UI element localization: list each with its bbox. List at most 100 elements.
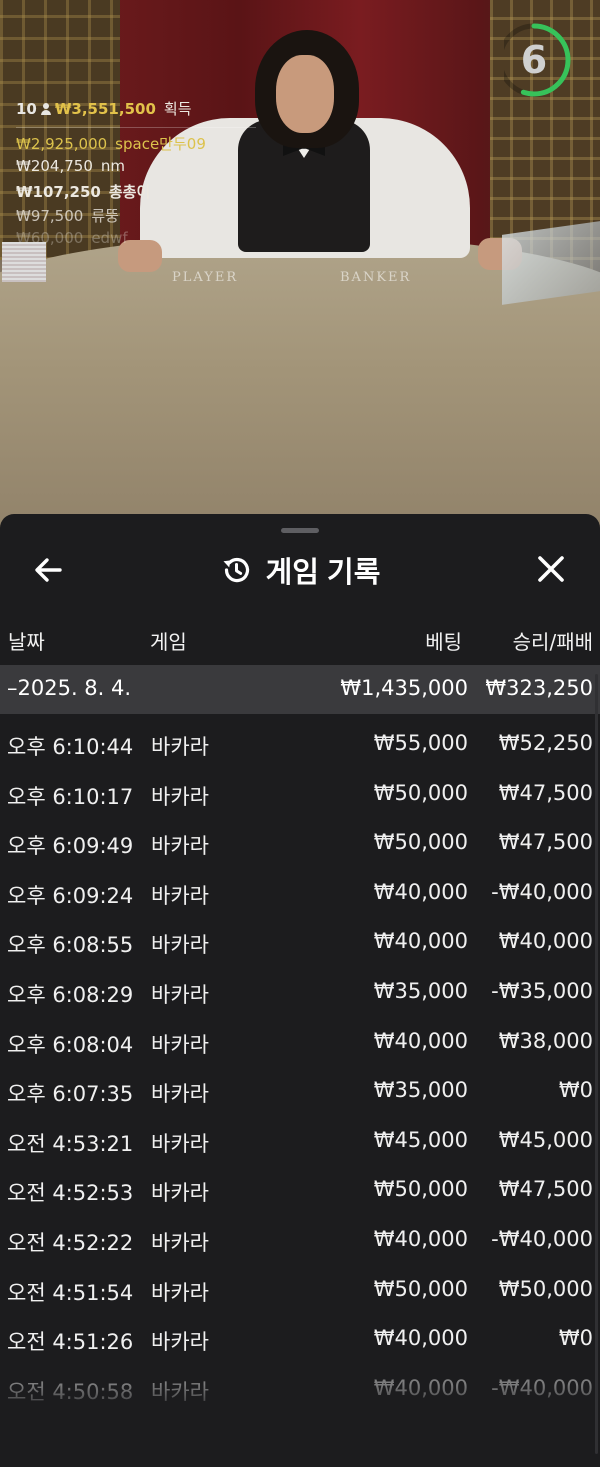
table-row[interactable]: 오전 4:51:54 바카라 ₩50,000 ₩50,000	[0, 1265, 600, 1315]
row-winloss: ₩52,250	[498, 731, 593, 755]
winner-amount: ₩60,000	[16, 229, 84, 247]
row-game: 바카라	[151, 1280, 209, 1305]
card-stack	[2, 242, 46, 282]
row-winloss: ₩47,500	[498, 830, 593, 855]
table-row[interactable]: 오전 4:51:26 바카라 ₩40,000 ₩0	[0, 1314, 600, 1364]
table-row[interactable]: 오전 4:52:22 바카라 ₩40,000 -₩40,000	[0, 1215, 600, 1265]
winner-name: edwf	[91, 229, 128, 247]
winner-amount: ₩97,500	[16, 207, 84, 225]
row-bet: ₩40,000	[373, 879, 468, 904]
table-row[interactable]: 오후 6:09:24 바카라 ₩40,000 -₩40,000	[0, 868, 600, 918]
winners-total: ₩3,551,500	[54, 99, 156, 118]
row-bet: ₩40,000	[373, 1226, 468, 1251]
row-time: 오후 6:07:35	[7, 1082, 134, 1107]
column-header-game[interactable]: 게임	[150, 626, 187, 655]
table-row[interactable]: 오전 4:53:21 바카라 ₩45,000 ₩45,000	[0, 1116, 600, 1166]
row-winloss: ₩38,000	[498, 1028, 593, 1053]
day-summary-bet: ₩1,435,000	[340, 676, 468, 700]
winner-row: ₩107,250 총총이	[16, 181, 256, 201]
row-winloss: ₩0	[558, 1326, 593, 1351]
history-rows: 오후 6:10:44 바카라 ₩55,000 ₩52,250 오후 6:10:17 바카…	[0, 719, 600, 1413]
row-game: 바카라	[151, 1181, 209, 1206]
card-shoe	[502, 221, 600, 305]
row-bet: ₩50,000	[373, 780, 468, 805]
row-time: 오후 6:10:44	[7, 735, 134, 759]
dealer-face	[276, 55, 334, 133]
row-bet: ₩35,000	[373, 978, 468, 1003]
game-history-sheet: 게임 기록 날짜 게임 베팅 승리/패배 –2025. 8. 4. ₩1,435…	[0, 514, 600, 1467]
scrollbar[interactable]	[595, 674, 598, 1454]
sheet-header: 게임 기록	[0, 542, 600, 598]
row-winloss: ₩45,000	[498, 1127, 593, 1152]
table-header: 날짜 게임 베팅 승리/패배	[0, 622, 600, 658]
table-row[interactable]: 오후 6:08:29 바카라 ₩35,000 -₩35,000	[0, 967, 600, 1017]
row-game: 바카라	[151, 784, 209, 809]
table-row[interactable]: 오전 4:52:53 바카라 ₩50,000 ₩47,500	[0, 1165, 600, 1215]
row-time: 오후 6:08:04	[7, 1032, 134, 1057]
day-summary-row[interactable]: –2025. 8. 4. ₩1,435,000 ₩323,250	[0, 665, 600, 714]
winners-summary: 10 ₩3,551,500 획득	[16, 98, 256, 128]
close-button[interactable]	[530, 550, 572, 590]
winner-amount: ₩2,925,000	[16, 135, 108, 153]
sheet-title-wrap: 게임 기록	[0, 542, 600, 598]
felt-banker-label: BANKER	[340, 270, 412, 285]
row-bet: ₩40,000	[373, 1028, 468, 1053]
row-winloss: ₩50,000	[498, 1276, 593, 1301]
winner-name: nm	[100, 157, 125, 175]
table-row[interactable]: 오후 6:10:44 바카라 ₩55,000 ₩52,250	[0, 719, 600, 769]
winner-amount: ₩204,750	[16, 157, 93, 175]
list-bottom-fade	[0, 1384, 600, 1467]
table-row[interactable]: 오후 6:07:35 바카라 ₩35,000 ₩0	[0, 1066, 600, 1116]
table-row[interactable]: 오후 6:09:49 바카라 ₩50,000 ₩47,500	[0, 818, 600, 868]
row-game: 바카라	[151, 834, 209, 859]
row-bet: ₩45,000	[373, 1127, 468, 1152]
row-game: 바카라	[151, 1032, 209, 1057]
countdown-timer: 6	[497, 22, 576, 98]
winners-list: 10 ₩3,551,500 획득 ₩2,925,000 space만두09 ₩20…	[16, 98, 256, 248]
history-icon	[223, 557, 249, 583]
row-game: 바카라	[151, 982, 209, 1007]
table-row[interactable]: 오후 6:08:55 바카라 ₩40,000 ₩40,000	[0, 917, 600, 967]
live-dealer-video: PLAYER BANKER 10 ₩3,551,500 획득 ₩2,925,00…	[0, 0, 600, 540]
table-row[interactable]: 오후 6:08:04 바카라 ₩40,000 ₩38,000	[0, 1017, 600, 1067]
row-time: 오후 6:09:49	[7, 834, 134, 859]
winner-row: ₩204,750 nm	[16, 157, 256, 176]
row-time: 오전 4:51:54	[7, 1280, 134, 1305]
row-bet: ₩50,000	[373, 1177, 468, 1202]
row-winloss: -₩35,000	[491, 978, 593, 1003]
winner-name: 총총이	[108, 183, 151, 201]
table-row[interactable]: 오후 6:10:17 바카라 ₩50,000 ₩47,500	[0, 769, 600, 819]
timer-value: 6	[520, 38, 548, 82]
row-bet: ₩40,000	[373, 929, 468, 954]
close-icon	[538, 556, 564, 582]
day-summary-date: –2025. 8. 4.	[7, 676, 132, 700]
row-bet: ₩40,000	[373, 1326, 468, 1351]
row-time: 오전 4:52:53	[7, 1181, 134, 1206]
winner-name: 류뚱	[91, 207, 119, 225]
column-header-date[interactable]: 날짜	[8, 626, 45, 655]
row-game: 바카라	[151, 883, 209, 908]
row-winloss: ₩40,000	[498, 929, 593, 954]
winner-row: ₩2,925,000 space만두09	[16, 133, 256, 153]
row-bet: ₩50,000	[373, 830, 468, 855]
row-game: 바카라	[151, 735, 209, 759]
row-time: 오후 6:08:55	[7, 933, 134, 958]
person-icon	[40, 102, 51, 115]
row-game: 바카라	[151, 1082, 209, 1107]
column-header-winloss[interactable]: 승리/패배	[513, 626, 593, 655]
row-time: 오후 6:08:29	[7, 982, 134, 1007]
sheet-title: 게임 기록	[265, 557, 381, 589]
winners-total-label: 획득	[163, 100, 192, 118]
felt-player-label: PLAYER	[172, 270, 239, 285]
arrow-left-icon	[35, 558, 62, 582]
row-time: 오전 4:52:22	[7, 1230, 134, 1255]
winner-count: 10	[16, 99, 37, 118]
row-winloss: ₩47,500	[498, 780, 593, 805]
row-game: 바카라	[151, 1131, 209, 1156]
row-winloss: ₩47,500	[498, 1177, 593, 1202]
winner-name: space만두09	[115, 135, 206, 153]
column-header-bet[interactable]: 베팅	[425, 626, 462, 655]
back-button[interactable]	[30, 552, 70, 588]
drag-handle[interactable]	[281, 528, 319, 533]
row-bet: ₩35,000	[373, 1078, 468, 1103]
